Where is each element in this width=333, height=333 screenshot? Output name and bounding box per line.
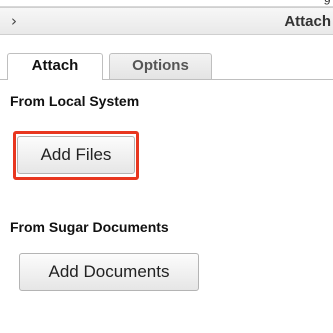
tab-attach[interactable]: Attach <box>7 53 103 80</box>
chevron-right-icon[interactable]: › <box>11 12 17 30</box>
sugar-documents-heading: From Sugar Documents <box>10 219 169 235</box>
cropped-text: g <box>324 0 331 5</box>
tab-bar: Attach Options <box>0 53 333 80</box>
attach-panel-header[interactable]: › Attach <box>0 7 333 35</box>
add-files-button[interactable]: Add Files <box>17 136 135 174</box>
tab-options[interactable]: Options <box>109 53 212 79</box>
top-edge: g <box>0 0 333 7</box>
panel-title: Attach <box>284 13 331 30</box>
add-documents-button[interactable]: Add Documents <box>19 253 199 291</box>
local-system-heading: From Local System <box>10 93 140 109</box>
